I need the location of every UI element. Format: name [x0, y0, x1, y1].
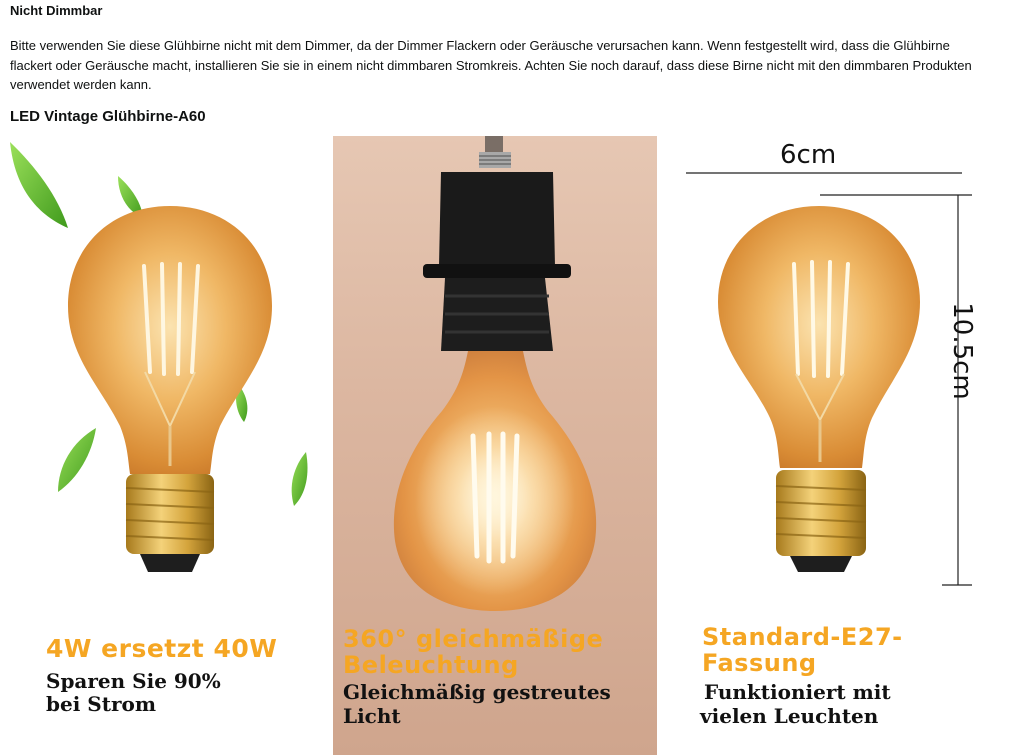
feature-panel-socket: 6cm 10.5cm Standard-E27- Fassung Funktio… [680, 136, 1009, 755]
panel-headline: Fassung [702, 649, 817, 677]
product-title: LED Vintage Glühbirne-A60 [10, 108, 206, 125]
bulb-with-leaves-image [10, 142, 308, 572]
section-description: Bitte verwenden Sie diese Glühbirne nich… [10, 38, 972, 92]
panel-subtext: vielen Leuchten [700, 704, 879, 728]
height-dimension-label: 10.5cm [947, 302, 977, 400]
feature-panel-lighting: 360° gleichmäßige Beleuchtung Gleichmäßi… [333, 136, 657, 755]
section-title: Nicht Dimmbar [10, 3, 103, 18]
hanging-bulb-image [393, 136, 597, 611]
width-dimension-label: 6cm [780, 140, 837, 170]
panel-subtext: bei Strom [46, 692, 156, 716]
panel-subtext: Licht [343, 704, 401, 728]
panel-subtext: Sparen Sie 90% [46, 669, 221, 693]
feature-panel-energy: 4W ersetzt 40W Sparen Sie 90% bei Strom [0, 136, 320, 755]
panel-headline: 4W ersetzt 40W [46, 634, 278, 663]
panel-headline: 360° gleichmäßige [343, 625, 604, 653]
panel-headline: Beleuchtung [343, 651, 519, 679]
panel-headline: Standard-E27- [702, 623, 903, 651]
panel-subtext: Gleichmäßig gestreutes [343, 680, 611, 704]
panel-subtext: Funktioniert mit [704, 680, 891, 704]
